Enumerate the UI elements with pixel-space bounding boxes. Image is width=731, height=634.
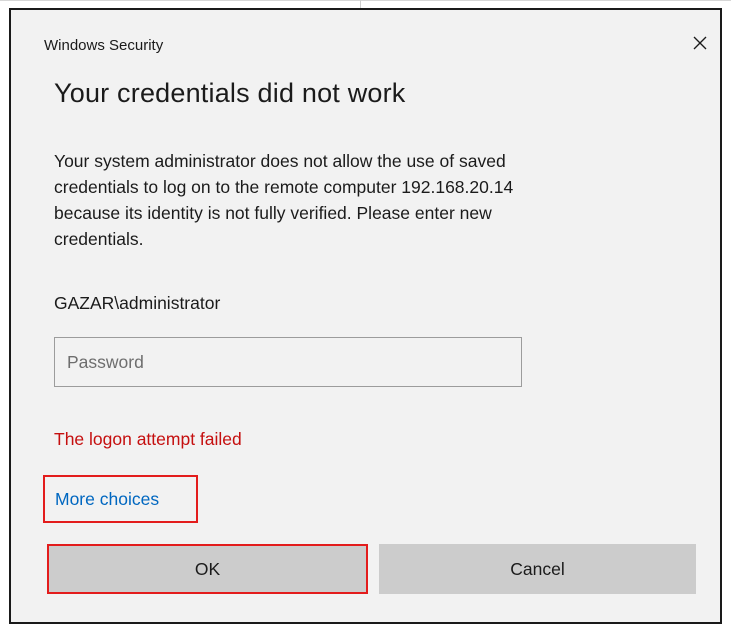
cancel-button[interactable]: Cancel [379,544,696,594]
dialog-message: Your system administrator does not allow… [54,148,654,252]
cancel-button-label: Cancel [510,558,565,579]
message-line: credentials to log on to the remote comp… [54,177,514,197]
message-line: Your system administrator does not allow… [54,151,506,171]
close-button[interactable] [688,31,712,55]
background-window-divider [360,0,361,8]
more-choices-label: More choices [55,488,160,509]
error-message: The logon attempt failed [54,429,242,449]
message-line: because its identity is not fully verifi… [54,203,492,223]
background-window-edge [0,0,731,1]
dialog-caption: Windows Security [44,37,164,54]
dialog-title: Your credentials did not work [54,78,406,108]
ok-button-label: OK [194,558,221,579]
password-input[interactable] [54,337,522,387]
message-line: credentials. [54,229,144,249]
username-label: GAZAR\administrator [54,293,221,313]
more-choices-link[interactable]: More choices [43,475,198,523]
close-icon [693,36,707,50]
screen: Windows Security Your credentials did no… [0,0,731,634]
ok-button[interactable]: OK [47,544,368,594]
